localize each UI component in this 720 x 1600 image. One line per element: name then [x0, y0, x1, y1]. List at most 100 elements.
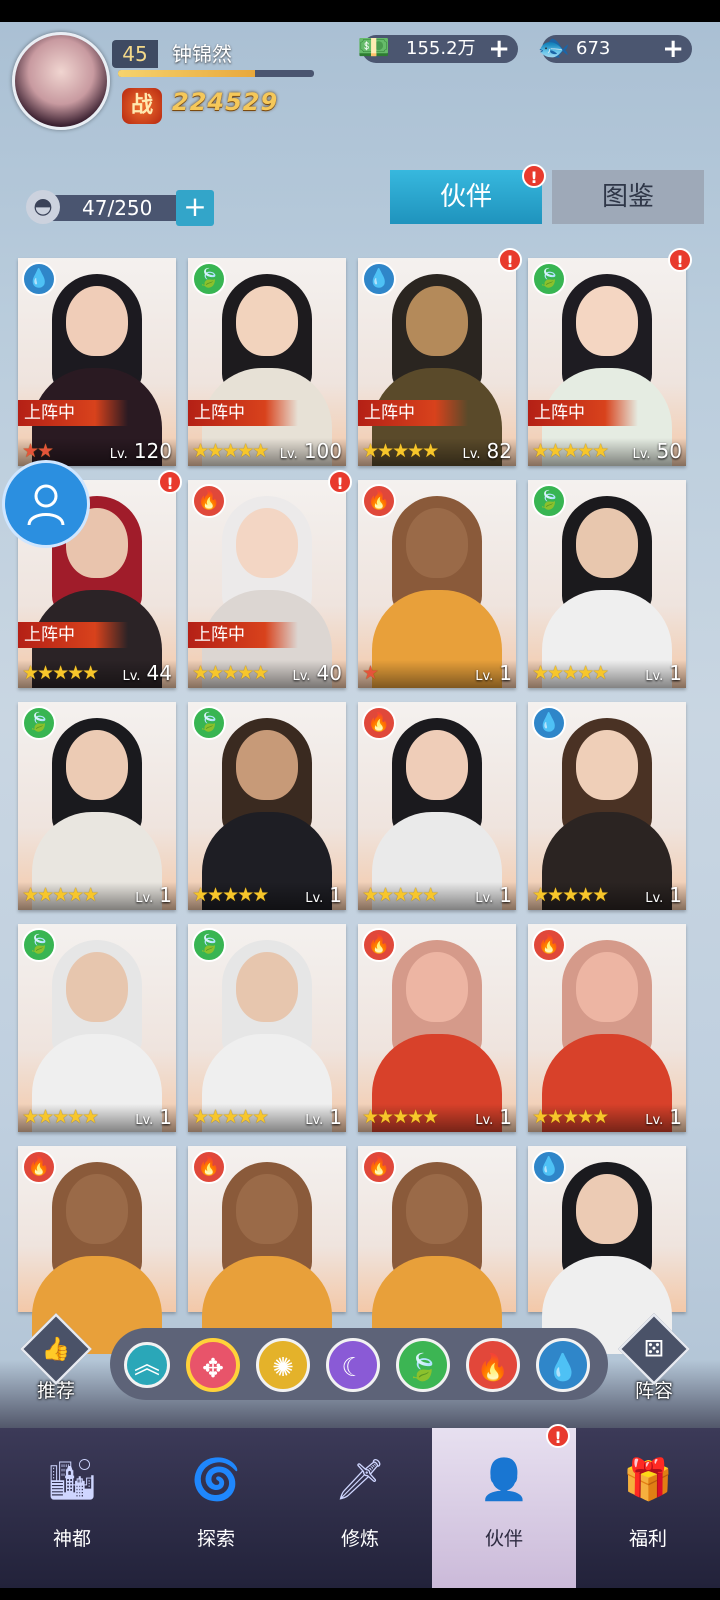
filter-water-icon[interactable]: 💧 [536, 1338, 590, 1392]
lv-prefix: Lv. [279, 447, 298, 462]
water-element-icon: 💧 [362, 262, 396, 296]
star-rating: ★★★★★ [192, 1106, 269, 1128]
partner-card[interactable]: 🍃 ★★★★★ Lv. 1 [188, 702, 346, 910]
portrait-face [236, 286, 298, 356]
currency-cash[interactable]: 💵 155.2万 + [358, 33, 518, 63]
nav-item-4[interactable]: 🎁 福利 [576, 1428, 720, 1588]
card-level: Lv. 82 [462, 439, 512, 463]
filter-up-icon[interactable]: ︽ [124, 1342, 170, 1388]
nav-item-2[interactable]: 🗡 修炼 [288, 1428, 432, 1588]
nav-item-0[interactable]: 🏙 神都 [0, 1428, 144, 1588]
partner-card[interactable]: 🔥 [188, 1146, 346, 1354]
lv-prefix: Lv. [109, 447, 128, 462]
lineup-button[interactable]: ⚄ 阵容 [614, 1313, 694, 1408]
float-user-button[interactable] [2, 460, 90, 548]
lv-prefix: Lv. [632, 447, 651, 462]
portrait-face [236, 1174, 298, 1244]
deployed-tag: 上阵中 [18, 400, 128, 426]
deployed-tag: 上阵中 [188, 622, 298, 648]
system-nav-bar [0, 1588, 720, 1600]
card-alert-badge: ! [158, 470, 182, 494]
player-name: 钟锦然 [172, 42, 232, 66]
portrait-face [406, 730, 468, 800]
wood-element-icon: 🍃 [192, 928, 226, 962]
water-element-icon: 💧 [532, 1150, 566, 1184]
tab-partner[interactable]: 伙伴 ! [390, 164, 546, 224]
partner-card[interactable]: 🍃 上阵中 ★★★★★ Lv. 50! [528, 248, 692, 466]
wood-element-icon: 🍃 [532, 484, 566, 518]
partner-card[interactable]: 🔥 [18, 1146, 176, 1354]
partner-card[interactable]: 🔥 上阵中 ★★★★★ Lv. 40! [188, 470, 352, 688]
filter-wood-icon[interactable]: 🍃 [396, 1338, 450, 1392]
partner-card[interactable]: 💧 上阵中 ★★★★★ Lv. 82! [358, 248, 522, 466]
roster-expand-button[interactable]: + [176, 190, 214, 226]
filter-light-icon[interactable]: ✺ [256, 1338, 310, 1392]
star-rating: ★ [362, 662, 379, 684]
lv-prefix: Lv. [305, 891, 324, 906]
card-level: Lv. 40 [292, 661, 342, 685]
fish-add-button[interactable]: + [662, 35, 684, 63]
status-bar [0, 0, 720, 22]
portrait-face [576, 508, 638, 578]
lv-prefix: Lv. [122, 669, 141, 684]
player-avatar[interactable] [12, 32, 110, 130]
recommend-icon: 👍 [20, 1313, 92, 1385]
sword-icon: 🗡 [334, 1457, 386, 1503]
card-level: Lv. 1 [475, 661, 512, 685]
filter-moon-icon[interactable]: ☾ [326, 1338, 380, 1392]
portrait-face [66, 730, 128, 800]
nav-label: 修炼 [340, 1528, 379, 1550]
recommend-button[interactable]: 👍 推荐 [16, 1313, 96, 1408]
partner-card[interactable]: 🔥 ★ Lv. 1 [358, 480, 516, 688]
currency-fish[interactable]: 🐟 673 + [538, 33, 692, 63]
star-rating: ★★★★★ [192, 884, 269, 906]
star-rating: ★★★★★ [532, 1106, 609, 1128]
star-rating: ★★★★★ [532, 440, 609, 462]
fire-element-icon: 🔥 [362, 928, 396, 962]
tab-partner-badge: ! [522, 164, 546, 188]
fish-icon: 🐟 [537, 33, 571, 63]
partner-card[interactable]: 🍃 上阵中 ★★★★★ Lv. 100 [188, 258, 346, 466]
star-rating: ★★★★★ [362, 884, 439, 906]
partner-card[interactable]: 🔥 [358, 1146, 516, 1354]
portal-icon: 🌀 [191, 1457, 241, 1503]
fire-element-icon: 🔥 [362, 484, 396, 518]
portrait-face [66, 1174, 128, 1244]
nav-item-3[interactable]: 👤 伙伴! [432, 1424, 576, 1588]
wood-element-icon: 🍃 [22, 928, 56, 962]
nav-label: 伙伴 [484, 1528, 523, 1550]
partner-card[interactable]: 🍃 ★★★★★ Lv. 1 [528, 480, 686, 688]
lv-prefix: Lv. [462, 447, 481, 462]
partner-card[interactable]: 💧 [528, 1146, 686, 1354]
star-rating: ★★★★★ [192, 662, 269, 684]
partner-card[interactable]: 🔥 ★★★★★ Lv. 1 [528, 924, 686, 1132]
card-level: Lv. 44 [122, 661, 172, 685]
partner-card[interactable]: 🔥 ★★★★★ Lv. 1 [358, 924, 516, 1132]
portrait-face [406, 952, 468, 1022]
hood-icon: ◓ [26, 190, 60, 224]
player-level: 45 [112, 40, 158, 68]
user-icon [27, 484, 65, 526]
card-alert-badge: ! [668, 248, 692, 272]
nav-item-1[interactable]: 🌀 探索 [144, 1428, 288, 1588]
water-element-icon: 💧 [22, 262, 56, 296]
cash-add-button[interactable]: + [488, 35, 510, 63]
filter-fire-icon[interactable]: 🔥 [466, 1338, 520, 1392]
partner-card[interactable]: 🍃 ★★★★★ Lv. 1 [18, 702, 176, 910]
portrait-face [576, 730, 638, 800]
partner-card[interactable]: 🍃 ★★★★★ Lv. 1 [188, 924, 346, 1132]
nav-alert-badge: ! [546, 1424, 570, 1448]
deployed-tag: 上阵中 [528, 400, 638, 426]
lv-prefix: Lv. [645, 669, 664, 684]
partner-card[interactable]: 💧 ★★★★★ Lv. 1 [528, 702, 686, 910]
partner-card[interactable]: 🍃 ★★★★★ Lv. 1 [18, 924, 176, 1132]
star-rating: ★★★★★ [22, 662, 99, 684]
fire-element-icon: 🔥 [532, 928, 566, 962]
star-rating: ★★★★★ [22, 1106, 99, 1128]
partner-card[interactable]: 💧 上阵中 ★★ Lv. 120 [18, 258, 176, 466]
tab-atlas[interactable]: 图鉴 [552, 170, 704, 224]
card-level: Lv. 1 [475, 883, 512, 907]
partner-card[interactable]: 🔥 ★★★★★ Lv. 1 [358, 702, 516, 910]
filter-all-icon[interactable]: ✥ [186, 1338, 240, 1392]
lv-prefix: Lv. [645, 1113, 664, 1128]
